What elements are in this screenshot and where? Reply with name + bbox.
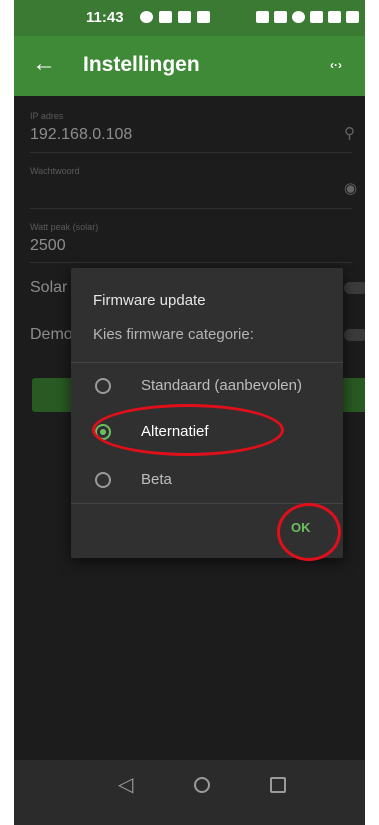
wifi-icon xyxy=(292,11,305,23)
nav-recents-icon[interactable] xyxy=(270,777,286,793)
dialog-title: Firmware update xyxy=(93,292,206,309)
nav-back-icon[interactable]: ◁ xyxy=(118,772,133,797)
nav-home-icon[interactable] xyxy=(194,777,210,793)
navigation-bar: ◁ xyxy=(14,760,365,825)
nfc-icon xyxy=(256,11,269,23)
radio-option-standaard[interactable]: Standaard (aanbevolen) xyxy=(71,368,343,408)
dialog-divider xyxy=(71,362,343,363)
phone-screen: 11:43 ← Instellingen ‹·› IP adres 192.16… xyxy=(14,0,365,825)
dialog-subtitle: Kies firmware categorie: xyxy=(93,326,254,343)
signal-icon xyxy=(328,11,341,23)
image-icon xyxy=(178,11,191,23)
radio-option-beta[interactable]: Beta xyxy=(71,462,343,502)
radio-button[interactable] xyxy=(95,378,111,394)
radio-label: Standaard (aanbevolen) xyxy=(141,377,302,394)
radio-button[interactable] xyxy=(95,472,111,488)
annotation-circle xyxy=(277,503,341,561)
back-arrow-icon[interactable]: ← xyxy=(32,50,56,78)
laptop-icon xyxy=(159,11,172,23)
vibrate-icon xyxy=(274,11,287,23)
radio-label: Beta xyxy=(141,471,172,488)
annotation-ellipse xyxy=(92,404,284,456)
status-system-icons xyxy=(256,11,359,23)
status-notification-icons xyxy=(140,11,210,23)
notification-icon xyxy=(140,11,153,23)
phone-icon xyxy=(197,11,210,23)
battery-icon xyxy=(346,11,359,23)
status-bar: 11:43 xyxy=(14,0,365,36)
code-icon[interactable]: ‹·› xyxy=(330,58,342,72)
page-title: Instellingen xyxy=(83,53,200,76)
app-bar: ← Instellingen ‹·› xyxy=(14,36,365,96)
status-time: 11:43 xyxy=(86,9,124,26)
signal-icon xyxy=(310,11,323,23)
